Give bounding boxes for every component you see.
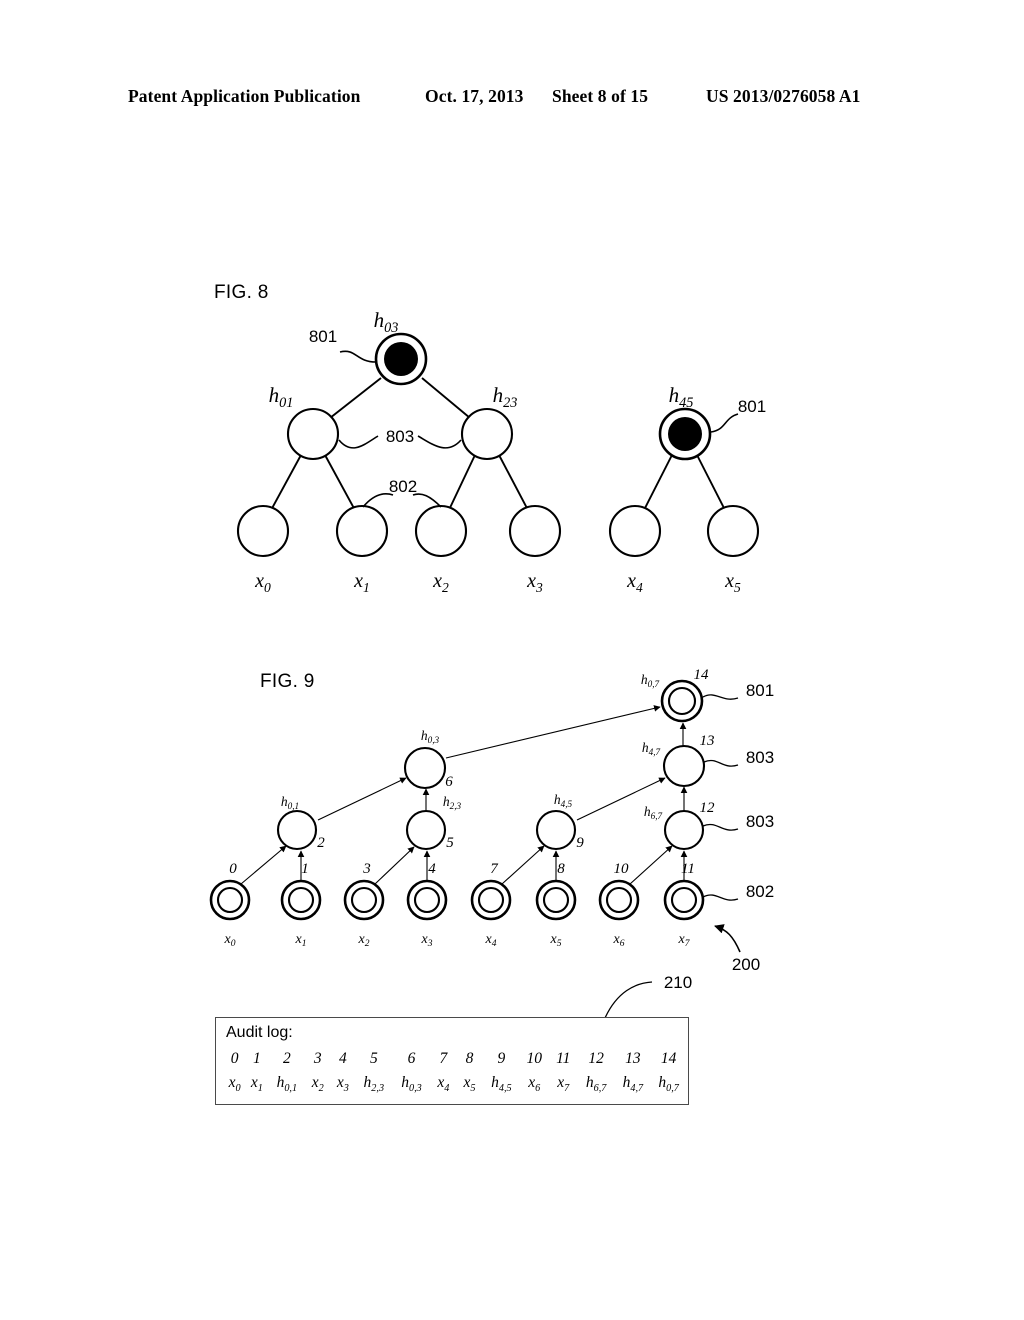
fig9-label-x3: x3: [421, 932, 433, 949]
leader-200-arrow: [714, 924, 741, 953]
audit-log-value-cell: h6,7: [585, 1074, 607, 1095]
fig9-ref-803-h47: 803: [746, 748, 774, 767]
audit-log-value-cell: x0: [228, 1074, 241, 1095]
fig9-node-h07[interactable]: [660, 679, 704, 723]
fig9-label-h01: h0,1: [281, 794, 299, 811]
fig9-ref-802: 802: [746, 882, 774, 901]
fig9-label-h67: h6,7: [644, 804, 663, 821]
fig9-index-9: 9: [576, 835, 584, 851]
fig9-index-12: 12: [700, 800, 716, 816]
audit-log-index-cell: 1: [252, 1050, 261, 1067]
fig9-index-14: 14: [694, 667, 710, 683]
fig9-node-x5[interactable]: [535, 879, 577, 921]
audit-log-index-cell: 0: [230, 1050, 239, 1067]
audit-log-index-cell: 4: [339, 1050, 347, 1067]
fig9-label-x7: x7: [678, 932, 691, 949]
arrow-x0-h01: [240, 845, 287, 885]
audit-log-title: Audit log:: [226, 1024, 293, 1041]
leader-802-leaf: [702, 894, 739, 901]
fig9-ref-801: 801: [746, 681, 774, 700]
audit-log-value-cell: x1: [250, 1074, 263, 1095]
audit-log-index-cell: 10: [526, 1050, 543, 1067]
leader-803-h47: [703, 759, 739, 767]
audit-log-index-cell: 13: [625, 1050, 641, 1067]
fig9-index-10: 10: [614, 861, 630, 877]
fig9-node-x3[interactable]: [406, 879, 448, 921]
fig9-index-2: 2: [317, 835, 325, 851]
figure-9-drawing: h0,1 h2,3 h4,5 h6,7 h0,3 h4,7 h0,7 0 1 3…: [209, 667, 774, 1019]
audit-log-index-cell: 6: [407, 1050, 416, 1067]
audit-log-index-cell: 14: [660, 1050, 677, 1067]
fig9-node-h01[interactable]: [276, 809, 318, 851]
fig9-node-h47[interactable]: [662, 744, 706, 788]
audit-log-index-cell: 8: [465, 1050, 474, 1067]
audit-log-index-cell: 9: [497, 1050, 506, 1067]
fig9-node-h67[interactable]: [663, 809, 705, 851]
fig9-node-x6[interactable]: [598, 879, 640, 921]
audit-log-index-cell: 11: [556, 1050, 571, 1067]
fig9-index-6: 6: [445, 774, 453, 790]
audit-log-value-cell: x4: [437, 1074, 450, 1095]
fig9-index-0: 0: [229, 861, 237, 877]
fig9-index-1: 1: [301, 861, 309, 877]
audit-log-value-row: x0 x1 h0,1 x2 x3 h2,3 h0,3 x4 x5 h4,5 x6 x7 h6,7 h4,7…: [224, 1074, 686, 1094]
fig9-node-x0[interactable]: [209, 879, 251, 921]
fig9-ref-210: 210: [664, 973, 692, 992]
fig9-index-11: 11: [681, 861, 695, 877]
arrow-x2-h23: [374, 846, 415, 885]
fig9-index-7: 7: [490, 861, 499, 877]
fig9-node-x4[interactable]: [470, 879, 512, 921]
fig9-label-x0: x0: [224, 932, 236, 949]
fig9-index-8: 8: [557, 861, 565, 877]
audit-log-value-cell: h0,1: [276, 1074, 298, 1095]
fig9-index-3: 3: [362, 861, 371, 877]
fig9-label-h47: h4,7: [642, 740, 661, 757]
fig9-index-4: 4: [428, 861, 436, 877]
audit-log-index-row: 0 1 2 3 4 5 6 7 8 9 10 11 12 13 14: [224, 1050, 686, 1068]
patent-sheet-page: Patent Application Publication Oct. 17, …: [0, 0, 1024, 1320]
audit-log-index-cell: 7: [439, 1050, 448, 1067]
arrow-h03-h07: [445, 705, 661, 759]
fig9-node-x7[interactable]: [663, 879, 705, 921]
fig9-label-x2: x2: [358, 932, 370, 949]
fig9-label-h03: h0,3: [421, 728, 440, 745]
audit-log-value-cell: x3: [336, 1074, 349, 1095]
arrow-x4-h45: [501, 845, 545, 885]
fig9-label-x1: x1: [295, 932, 307, 949]
audit-log-value-cell: h0,7: [658, 1074, 679, 1095]
fig9-index-5: 5: [446, 835, 454, 851]
fig9-node-x1[interactable]: [280, 879, 322, 921]
fig9-label-h07: h0,7: [641, 672, 660, 689]
fig9-ref-803-h67: 803: [746, 812, 774, 831]
fig9-node-h23[interactable]: [405, 809, 447, 851]
audit-log-index-cell: 2: [282, 1050, 291, 1067]
audit-log-value-cell: h4,5: [491, 1074, 512, 1095]
audit-log-value-cell: x2: [311, 1074, 324, 1095]
audit-log-index-cell: 3: [313, 1050, 322, 1067]
fig9-ref-200: 200: [732, 955, 760, 974]
audit-log-value-cell: x6: [528, 1074, 541, 1095]
fig9-node-h03[interactable]: [403, 746, 447, 790]
fig9-label-h23: h2,3: [443, 794, 462, 811]
fig9-index-13: 13: [700, 733, 715, 749]
arrow-h01-h03: [317, 777, 407, 821]
leader-801-h07: [702, 694, 739, 700]
arrow-x6-h67: [629, 845, 673, 885]
audit-log-box: Audit log: 0 1 2 3 4 5 6 7 8 9 10 11 12 13 14 x0 x1 h0,1…: [215, 1017, 689, 1105]
leader-803-h67: [702, 823, 739, 831]
audit-log-value-cell: x7: [557, 1074, 570, 1095]
fig9-label-x4: x4: [485, 932, 497, 949]
fig9-node-h45[interactable]: [535, 809, 577, 851]
fig9-label-x6: x6: [613, 932, 625, 949]
audit-log-value-cell: x5: [463, 1074, 476, 1095]
audit-log-value-cell: h0,3: [401, 1074, 422, 1095]
fig9-label-x5: x5: [550, 932, 562, 949]
audit-log-index-cell: 12: [588, 1050, 604, 1067]
leader-210-auditlog: [604, 981, 653, 1019]
audit-log-index-cell: 5: [369, 1050, 378, 1067]
fig9-node-x2[interactable]: [343, 879, 385, 921]
fig9-label-h45: h4,5: [554, 792, 573, 809]
audit-log-value-cell: h2,3: [363, 1074, 385, 1095]
audit-log-value-cell: h4,7: [622, 1074, 644, 1095]
